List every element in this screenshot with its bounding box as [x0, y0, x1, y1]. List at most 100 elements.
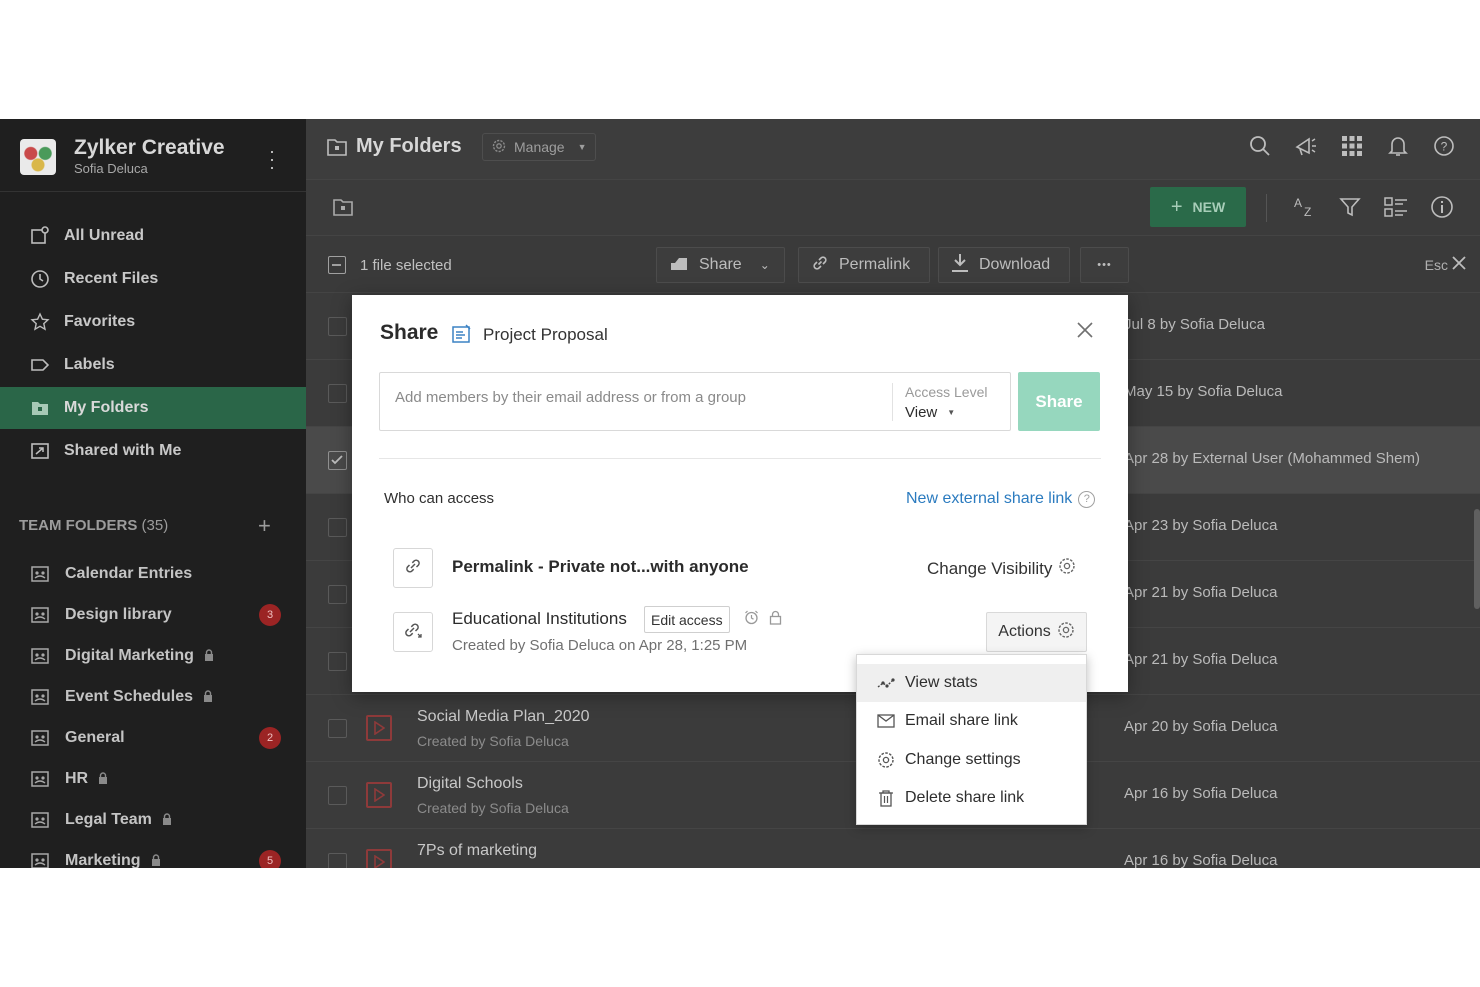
- team-folder-item[interactable]: Design library 3: [0, 596, 306, 634]
- apps-grid-icon[interactable]: [1340, 133, 1364, 159]
- folder-upload-icon[interactable]: [332, 197, 354, 222]
- lock-icon: [769, 610, 782, 630]
- access-level-value: View: [905, 404, 938, 421]
- team-folder-item[interactable]: Calendar Entries: [0, 555, 306, 593]
- org-user: Sofia Deluca: [74, 161, 148, 176]
- nav-labels[interactable]: Labels: [0, 344, 306, 386]
- star-icon: [30, 312, 50, 332]
- org-menu-icon[interactable]: · · ·: [262, 142, 282, 176]
- caret-down-icon: ▼: [947, 408, 956, 417]
- file-name[interactable]: 7Ps of marketing: [417, 842, 537, 860]
- manage-button[interactable]: Manage ▼: [482, 133, 596, 161]
- modified-text: Apr 28 by External User (Mohammed Shem): [1124, 450, 1420, 467]
- unread-badge: 3: [259, 604, 281, 626]
- modified-text: Apr 16 by Sofia Deluca: [1124, 785, 1278, 802]
- lock-icon: [203, 689, 213, 705]
- row-checkbox[interactable]: [328, 518, 347, 537]
- change-visibility-button[interactable]: Change Visibility: [927, 557, 1076, 580]
- modified-text: Apr 20 by Sofia Deluca: [1124, 718, 1278, 735]
- top-bar: My Folders Manage ▼ ?: [306, 119, 1480, 179]
- download-button[interactable]: Download: [938, 247, 1070, 283]
- list-view-icon[interactable]: [1384, 194, 1408, 220]
- nav-my-folders[interactable]: My Folders: [0, 387, 306, 429]
- deselect-all-checkbox[interactable]: [328, 256, 346, 274]
- menu-item-change-settings[interactable]: Change settings: [857, 741, 1086, 779]
- new-label: NEW: [1192, 199, 1226, 215]
- row-checkbox-checked[interactable]: [328, 451, 347, 470]
- menu-item-delete-share-link[interactable]: Delete share link: [857, 779, 1086, 817]
- more-actions-button[interactable]: •••: [1080, 247, 1129, 283]
- row-checkbox[interactable]: [328, 853, 347, 868]
- new-button[interactable]: + NEW: [1150, 187, 1246, 227]
- team-folder-icon: [30, 564, 50, 584]
- alarm-clock-icon: [744, 610, 759, 630]
- svg-text:?: ?: [1441, 140, 1448, 154]
- row-checkbox[interactable]: [328, 786, 347, 805]
- megaphone-icon[interactable]: [1294, 133, 1318, 159]
- team-folder-label: Event Schedules: [65, 688, 194, 705]
- input-separator: [892, 383, 893, 421]
- chevron-down-icon[interactable]: ⌄: [760, 258, 770, 272]
- table-row[interactable]: 7Ps of marketing Apr 16 by Sofia Deluca: [306, 829, 1480, 868]
- nav-all-unread[interactable]: All Unread: [0, 215, 306, 257]
- close-selection-icon[interactable]: [1450, 254, 1468, 277]
- share-action-label: Share: [699, 256, 742, 273]
- team-folder-item[interactable]: Marketing 5: [0, 842, 306, 868]
- mail-icon: [877, 712, 895, 730]
- presentation-file-icon: [366, 715, 392, 741]
- toolbar-divider: [1266, 194, 1267, 222]
- folder-icon: [30, 398, 50, 418]
- access-level-select[interactable]: View ▼: [905, 404, 955, 421]
- row-checkbox[interactable]: [328, 652, 347, 671]
- row-checkbox[interactable]: [328, 317, 347, 336]
- row-checkbox[interactable]: [328, 719, 347, 738]
- nav-label: Labels: [64, 356, 115, 373]
- edit-access-button[interactable]: Edit access: [644, 606, 730, 633]
- help-icon[interactable]: ?: [1432, 133, 1456, 159]
- info-icon[interactable]: [1430, 194, 1454, 220]
- unread-badge: 2: [259, 727, 281, 749]
- team-folder-item[interactable]: Digital Marketing: [0, 637, 306, 675]
- team-folder-item[interactable]: Legal Team: [0, 801, 306, 839]
- team-folder-item[interactable]: General 2: [0, 719, 306, 757]
- close-icon[interactable]: [1076, 321, 1094, 344]
- nav-favorites[interactable]: Favorites: [0, 301, 306, 343]
- manage-label: Manage: [514, 139, 565, 155]
- nav-recent-files[interactable]: Recent Files: [0, 258, 306, 300]
- row-checkbox[interactable]: [328, 384, 347, 403]
- lock-icon: [204, 648, 214, 664]
- modified-text: May 15 by Sofia Deluca: [1124, 383, 1283, 400]
- document-name: Project Proposal: [483, 325, 608, 344]
- menu-item-email-share-link[interactable]: Email share link: [857, 702, 1086, 740]
- sort-az-icon[interactable]: AZ: [1292, 194, 1316, 220]
- scrollbar[interactable]: [1474, 509, 1480, 609]
- new-external-share-link[interactable]: New external share link ?: [906, 490, 1096, 508]
- share-action-button[interactable]: Share ⌄: [656, 247, 785, 283]
- team-folders-label: TEAM FOLDERS: [19, 517, 138, 534]
- modified-text: Apr 23 by Sofia Deluca: [1124, 517, 1278, 534]
- member-email-input[interactable]: [395, 389, 875, 406]
- divider: [379, 458, 1101, 459]
- nav-shared-with-me[interactable]: Shared with Me: [0, 430, 306, 472]
- file-name[interactable]: Social Media Plan_2020: [417, 708, 590, 726]
- nav-label: Recent Files: [64, 270, 159, 287]
- file-name[interactable]: Digital Schools: [417, 775, 523, 793]
- team-folder-item[interactable]: HR: [0, 760, 306, 798]
- share-submit-button[interactable]: Share: [1018, 372, 1100, 431]
- row-checkbox[interactable]: [328, 585, 347, 604]
- search-icon[interactable]: [1248, 133, 1272, 159]
- permalink-button[interactable]: Permalink: [798, 247, 930, 283]
- menu-item-view-stats[interactable]: View stats: [857, 664, 1086, 702]
- team-folder-label: Marketing: [65, 852, 141, 868]
- team-folder-label: Digital Marketing: [65, 647, 194, 664]
- help-icon[interactable]: ?: [1078, 490, 1096, 508]
- team-folder-label: General: [65, 729, 125, 746]
- team-folder-item[interactable]: Event Schedules: [0, 678, 306, 716]
- menu-item-label: Delete share link: [905, 789, 1025, 806]
- filter-icon[interactable]: [1338, 194, 1362, 220]
- bell-icon[interactable]: [1386, 133, 1410, 159]
- modified-text: Apr 21 by Sofia Deluca: [1124, 651, 1278, 668]
- add-team-folder-icon[interactable]: +: [258, 513, 271, 539]
- team-folder-icon: [30, 728, 50, 748]
- actions-button[interactable]: Actions: [986, 612, 1087, 652]
